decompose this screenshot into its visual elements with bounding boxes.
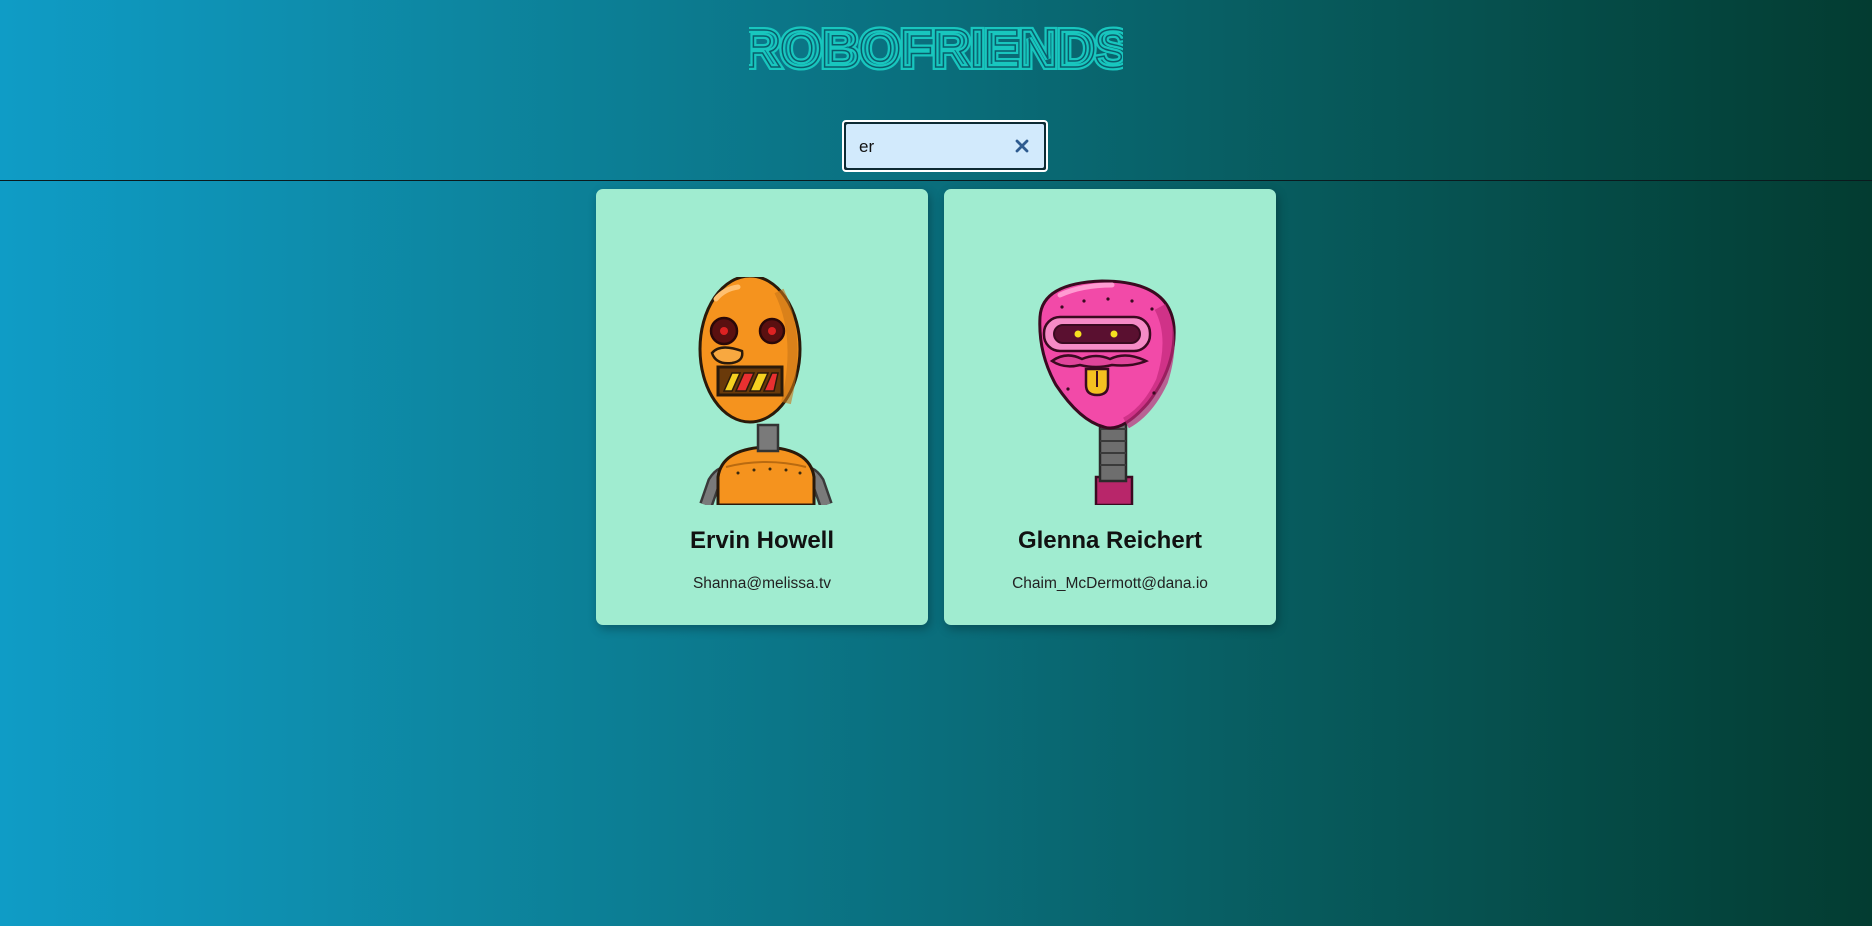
robot-name: Ervin Howell	[689, 527, 835, 554]
close-icon[interactable]	[1014, 138, 1030, 154]
search-input[interactable]	[859, 134, 1009, 160]
app-title-inline: ROBOFRIENDS	[749, 22, 1123, 74]
app-title-logo: ROBOFRIENDS ROBOFRIENDS	[749, 22, 1123, 74]
robot-card-list: Ervin Howell Shanna@melissa.tv Glenna Re…	[596, 189, 1276, 625]
search-box	[842, 120, 1048, 172]
search-field-wrapper	[846, 124, 1044, 168]
header: ROBOFRIENDS ROBOFRIENDS	[0, 0, 1872, 181]
robot-email: Chaim_McDermott@dana.io	[1012, 575, 1208, 592]
robot-name: Glenna Reichert	[1017, 527, 1203, 554]
robot-card[interactable]: Ervin Howell Shanna@melissa.tv	[596, 189, 928, 625]
robot-avatar	[1038, 279, 1176, 505]
app-title: ROBOFRIENDS ROBOFRIENDS	[0, 22, 1872, 79]
robot-card[interactable]: Glenna Reichert Chaim_McDermott@dana.io	[944, 189, 1276, 625]
robot-email: Shanna@melissa.tv	[692, 575, 832, 592]
robot-avatar	[698, 277, 833, 505]
